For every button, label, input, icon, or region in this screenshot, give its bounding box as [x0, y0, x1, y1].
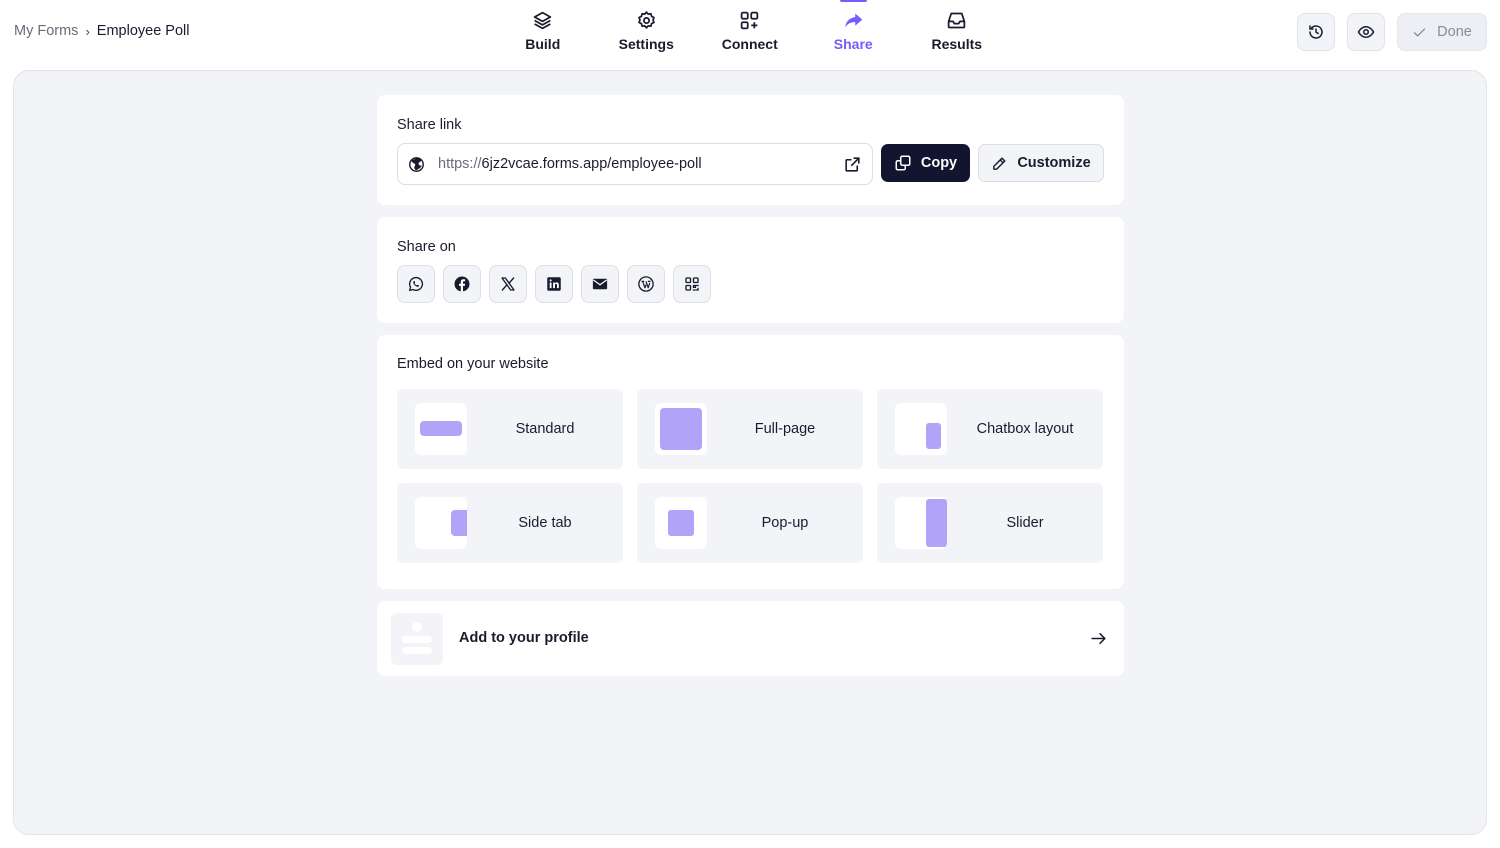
tab-settings-label: Settings: [618, 36, 674, 52]
full-page-embed-icon: [655, 403, 707, 455]
embed-option-pop-up[interactable]: Pop-up: [637, 483, 863, 563]
customize-label: Customize: [1017, 155, 1091, 171]
active-tab-indicator: [839, 0, 867, 2]
x-icon: [501, 277, 515, 291]
tab-connect[interactable]: Connect: [698, 0, 802, 60]
embed-option-label: Full-page: [754, 421, 816, 437]
share-on-title: Share on: [397, 239, 456, 255]
layers-icon: [534, 11, 552, 30]
social-buttons: [397, 265, 711, 303]
tab-results-label: Results: [931, 36, 983, 52]
share-url-path: 6jz2vcae.forms.app/employee-poll: [481, 156, 702, 172]
share-url-text: https://6jz2vcae.forms.app/employee-poll: [438, 156, 702, 172]
facebook-icon: [454, 276, 470, 292]
gear-icon: [637, 11, 655, 29]
chatbox-embed-icon: [895, 403, 947, 455]
history-button[interactable]: [1297, 13, 1335, 51]
tab-build-label: Build: [525, 36, 561, 52]
embed-option-standard[interactable]: Standard: [397, 389, 623, 469]
pop-up-embed-icon: [655, 497, 707, 549]
linkedin-icon: [547, 277, 561, 291]
side-tab-embed-icon: [415, 497, 467, 549]
slider-embed-icon: [895, 497, 947, 549]
copy-link-button[interactable]: Copy: [881, 144, 970, 182]
share-x-button[interactable]: [489, 265, 527, 303]
embed-card: Embed on your website Standard Full-page…: [377, 335, 1124, 589]
eye-icon: [1357, 25, 1375, 39]
embed-options-grid: Standard Full-page Chatbox layout Side t…: [397, 389, 1104, 563]
external-link-icon[interactable]: [843, 155, 862, 174]
share-url-protocol: https://: [438, 156, 482, 172]
tab-build[interactable]: Build: [491, 0, 595, 60]
qr-code-icon: [685, 277, 699, 291]
tab-results[interactable]: Results: [905, 0, 1009, 60]
embed-option-chatbox[interactable]: Chatbox layout: [877, 389, 1103, 469]
embed-option-full-page[interactable]: Full-page: [637, 389, 863, 469]
share-arrow-icon: [844, 13, 862, 28]
share-qr-code-button[interactable]: [673, 265, 711, 303]
apps-plus-icon: [741, 11, 759, 30]
add-to-profile-label: Add to your profile: [459, 630, 589, 646]
tab-share[interactable]: Share: [802, 0, 906, 60]
embed-option-label: Side tab: [518, 515, 572, 531]
arrow-right-icon: [1091, 632, 1106, 645]
breadcrumb-separator: ›: [85, 23, 90, 39]
embed-option-label: Pop-up: [761, 515, 809, 531]
customize-link-button[interactable]: Customize: [978, 144, 1104, 182]
header-actions: Done: [1297, 13, 1487, 51]
wordpress-icon: [638, 276, 654, 292]
breadcrumb: My Forms › Employee Poll: [14, 23, 189, 39]
done-label: Done: [1437, 24, 1472, 40]
share-link-title: Share link: [397, 117, 462, 133]
share-panel: Share link https://6jz2vcae.forms.app/em…: [13, 70, 1487, 835]
copy-icon: [895, 155, 911, 171]
inbox-icon: [948, 12, 966, 29]
tab-settings[interactable]: Settings: [595, 0, 699, 60]
share-whatsapp-button[interactable]: [397, 265, 435, 303]
preview-button[interactable]: [1347, 13, 1385, 51]
share-linkedin-button[interactable]: [535, 265, 573, 303]
embed-option-label: Standard: [515, 421, 575, 437]
share-url-field[interactable]: https://6jz2vcae.forms.app/employee-poll: [397, 143, 873, 185]
embed-option-slider[interactable]: Slider: [877, 483, 1103, 563]
done-button[interactable]: Done: [1397, 13, 1487, 51]
share-on-card: Share on: [377, 217, 1124, 323]
profile-icon: [391, 613, 443, 665]
share-email-button[interactable]: [581, 265, 619, 303]
tab-share-label: Share: [833, 36, 873, 52]
main-nav: Build Settings Connect Share Results: [491, 0, 1009, 60]
breadcrumb-current: Employee Poll: [96, 23, 190, 39]
add-to-profile-card[interactable]: Add to your profile: [377, 601, 1124, 676]
tab-connect-label: Connect: [721, 36, 778, 52]
email-icon: [592, 278, 608, 290]
history-icon: [1309, 25, 1323, 39]
share-link-card: Share link https://6jz2vcae.forms.app/em…: [377, 95, 1124, 205]
top-bar: My Forms › Employee Poll Build Settings …: [0, 0, 1500, 66]
embed-option-label: Chatbox layout: [976, 421, 1074, 437]
whatsapp-icon: [408, 276, 424, 292]
globe-icon: [409, 156, 424, 172]
embed-option-side-tab[interactable]: Side tab: [397, 483, 623, 563]
embed-option-label: Slider: [1006, 515, 1044, 531]
breadcrumb-my-forms[interactable]: My Forms: [14, 23, 78, 39]
share-facebook-button[interactable]: [443, 265, 481, 303]
embed-title: Embed on your website: [397, 356, 549, 372]
pencil-icon: [993, 156, 1006, 170]
standard-embed-icon: [415, 403, 467, 455]
copy-label: Copy: [920, 155, 958, 171]
share-wordpress-button[interactable]: [627, 265, 665, 303]
check-icon: [1413, 27, 1426, 37]
